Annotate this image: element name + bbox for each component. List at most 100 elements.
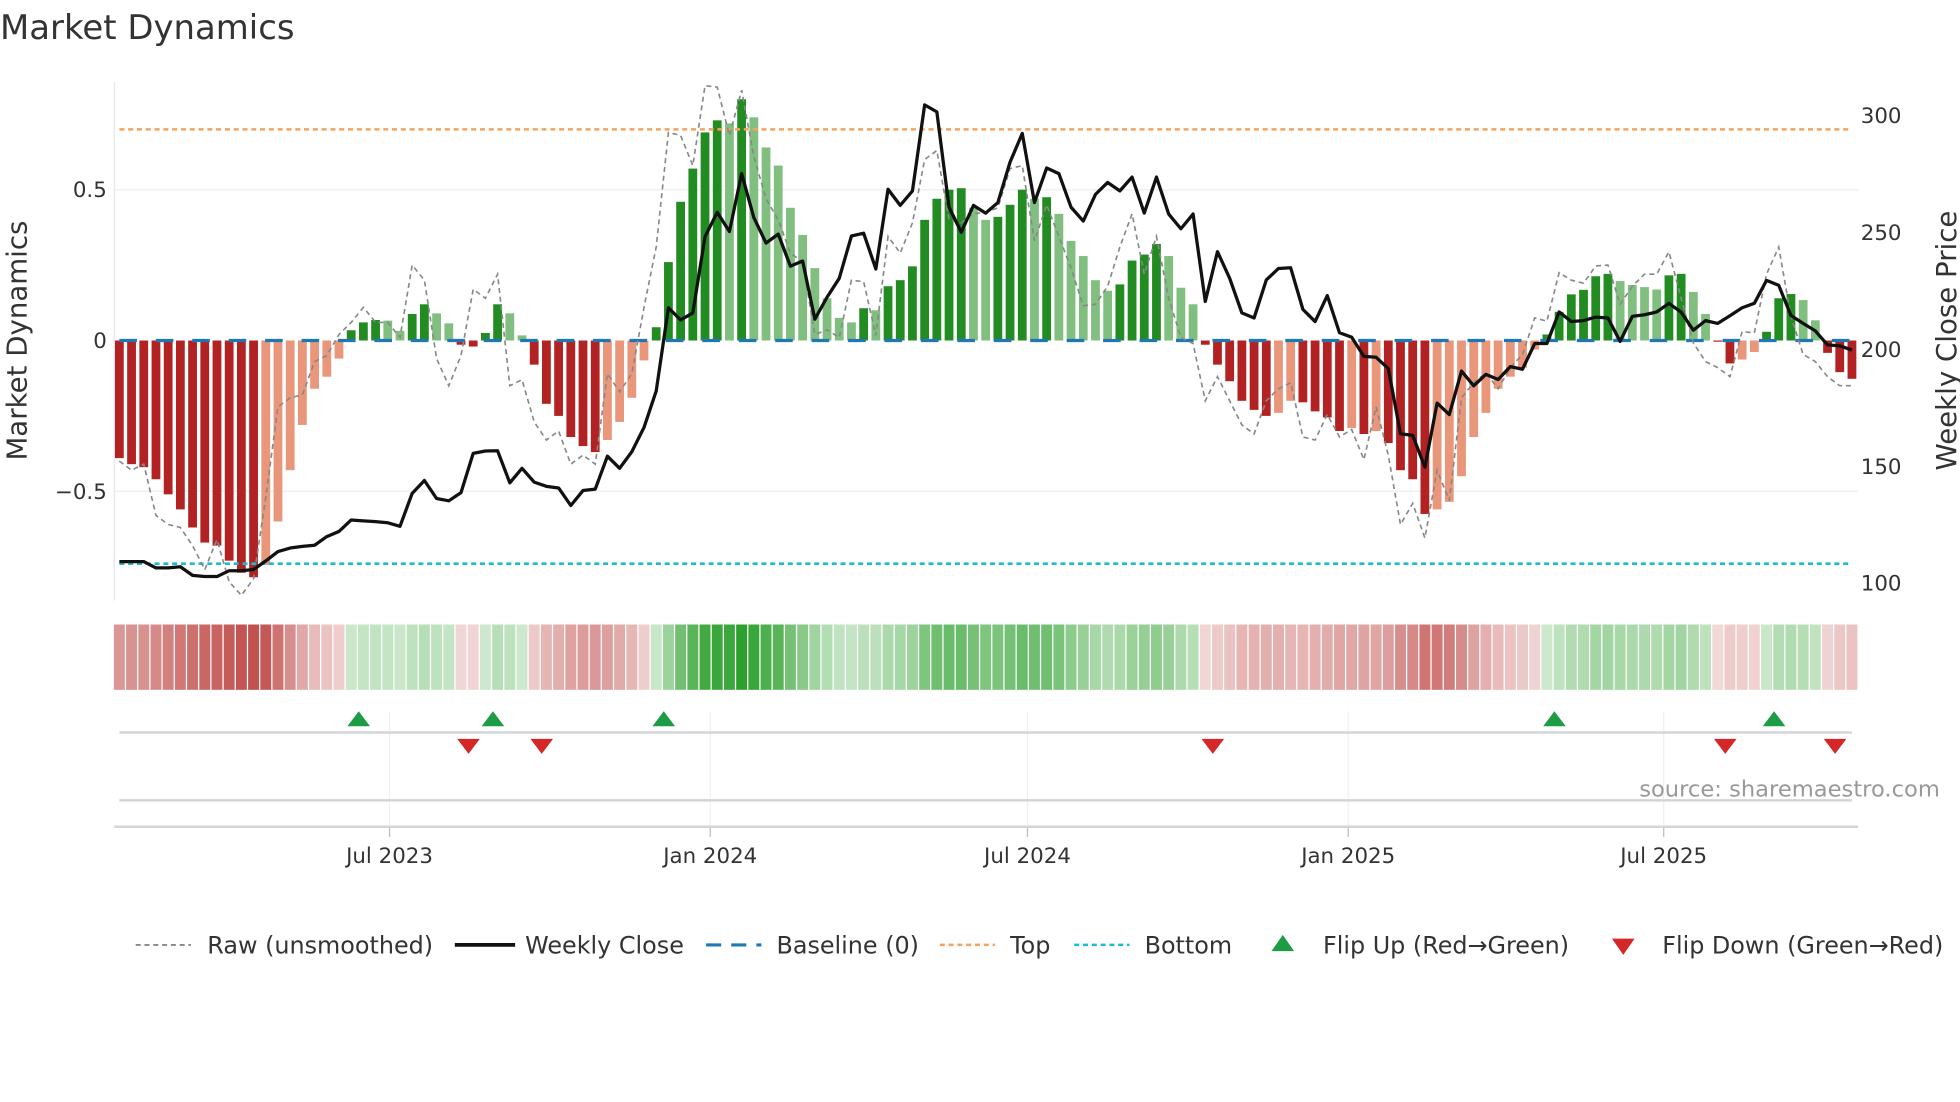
dynamics-bar xyxy=(1591,276,1601,341)
heatmap-cell xyxy=(1639,624,1650,690)
heatmap-cell xyxy=(1004,624,1016,690)
heatmap-cell xyxy=(1687,624,1699,690)
heatmap-cell xyxy=(1614,624,1626,690)
heatmap-cell xyxy=(1285,624,1297,690)
x-tick-label: Jul 2023 xyxy=(344,844,433,869)
dynamics-bar xyxy=(786,207,795,341)
triangle-up-icon xyxy=(1271,934,1295,952)
heatmap-cell xyxy=(1102,624,1114,690)
dynamics-bar xyxy=(1444,340,1454,502)
heatmap-cell xyxy=(931,624,943,690)
source-label: source: sharemaestro.com xyxy=(1639,777,1940,803)
heatmap-cell xyxy=(1028,624,1040,690)
heatmap-cell xyxy=(467,624,479,690)
y2-tick-label: 300 xyxy=(1861,104,1902,129)
legend-item-top[interactable]: Top xyxy=(939,932,1051,960)
flip-up-marker xyxy=(1762,711,1786,727)
dynamics-bar xyxy=(1237,340,1247,401)
heatmap-cell xyxy=(1492,624,1504,690)
legend-item-raw[interactable]: Raw (unsmoothed) xyxy=(135,932,433,960)
heatmap-cell xyxy=(1602,624,1614,690)
heatmap-cell xyxy=(1065,624,1077,690)
heatmap-cell xyxy=(1822,624,1834,690)
heatmap-cell xyxy=(382,624,394,690)
heatmap-cell xyxy=(1297,624,1309,690)
reference-lines xyxy=(119,128,1852,565)
heatmap-cell xyxy=(516,624,528,690)
heatmap-cell xyxy=(614,624,626,690)
heatmap-cell xyxy=(650,624,662,690)
legend-item-baseline[interactable]: Baseline (0) xyxy=(706,932,919,960)
dynamics-bar xyxy=(151,340,161,480)
heatmap-cell xyxy=(699,624,711,690)
dynamics-bar xyxy=(419,304,429,341)
dynamics-bar xyxy=(566,340,576,438)
heatmap-cell xyxy=(858,624,870,690)
heatmap-cell xyxy=(565,624,577,690)
flip-up-marker xyxy=(481,711,505,727)
heatmap-cell xyxy=(687,624,699,690)
heatmap-cell xyxy=(248,624,260,690)
heatmap-cell xyxy=(504,624,516,690)
dynamics-bar xyxy=(1335,340,1344,431)
heatmap-cell xyxy=(870,624,882,690)
dynamics-bar xyxy=(542,340,551,404)
dynamics-bar xyxy=(603,340,612,441)
dynamics-bar xyxy=(993,216,1003,341)
heatmap-cell xyxy=(1626,624,1638,690)
dynamics-bar xyxy=(297,340,307,425)
dynamics-bar xyxy=(1298,340,1308,403)
heatmap-cell xyxy=(992,624,1004,690)
flip-up-marker xyxy=(1543,711,1566,727)
heatmap-cell xyxy=(601,624,613,690)
legend-item-flip-down[interactable]: Flip Down (Green→Red) xyxy=(1611,932,1943,960)
heatmap-cell xyxy=(833,624,845,690)
dynamics-bar xyxy=(847,322,856,341)
dynamics-bar xyxy=(285,340,295,471)
heatmap-cell xyxy=(1785,624,1797,690)
heatmap-cell xyxy=(113,624,125,690)
heatmap-cell xyxy=(894,624,906,690)
dynamics-bar xyxy=(1054,213,1064,341)
heatmap-cell xyxy=(784,624,796,690)
heatmap-cell xyxy=(345,624,357,690)
dynamics-bar xyxy=(908,266,917,341)
legend-item-close[interactable]: Weekly Close xyxy=(454,932,684,960)
market-dynamics-chart: Market Dynamics Market Dynamics Weekly C… xyxy=(0,8,1960,960)
x-tick-label: Jul 2025 xyxy=(1618,844,1707,869)
dynamics-bar xyxy=(468,340,478,347)
heatmap-cell xyxy=(1578,624,1589,690)
legend-close-label: Weekly Close xyxy=(525,932,684,960)
heatmap-cell xyxy=(626,624,638,690)
heatmap-cell xyxy=(187,624,199,690)
heatmap-cell xyxy=(662,624,674,690)
dynamics-bar xyxy=(322,340,332,377)
dynamics-bar xyxy=(1066,240,1076,341)
dynamics-bar xyxy=(1139,254,1149,341)
heatmap-cell xyxy=(1565,624,1577,690)
heatmap-cell xyxy=(967,624,979,690)
heatmap-cell xyxy=(1041,624,1053,690)
dynamics-bar xyxy=(1493,340,1503,389)
heatmap-cell xyxy=(1395,624,1406,690)
dynamics-bar xyxy=(529,340,539,365)
dynamics-bar xyxy=(639,340,649,361)
dynamics-bar xyxy=(200,340,210,543)
heatmap-cell xyxy=(1187,624,1199,690)
legend-item-bottom[interactable]: Bottom xyxy=(1074,932,1232,960)
heatmap-cell xyxy=(772,624,784,690)
dynamics-bar xyxy=(859,308,869,341)
heatmap-cell xyxy=(296,624,308,690)
legend-item-flip-up[interactable]: Flip Up (Red→Green) xyxy=(1271,932,1569,960)
heatmap-cell xyxy=(1407,624,1419,690)
dynamics-bar xyxy=(1176,287,1186,341)
dynamics-bar xyxy=(1249,340,1259,410)
flip-down-marker xyxy=(1713,738,1737,754)
dynamics-bar xyxy=(139,340,149,468)
dynamics-bar xyxy=(627,340,637,398)
heatmap-cell xyxy=(492,624,504,690)
heatmap-cell xyxy=(797,624,809,690)
y2-tick-label: 100 xyxy=(1861,572,1902,597)
heatmap-cell xyxy=(1541,624,1553,690)
heatmap-cell xyxy=(418,624,430,690)
